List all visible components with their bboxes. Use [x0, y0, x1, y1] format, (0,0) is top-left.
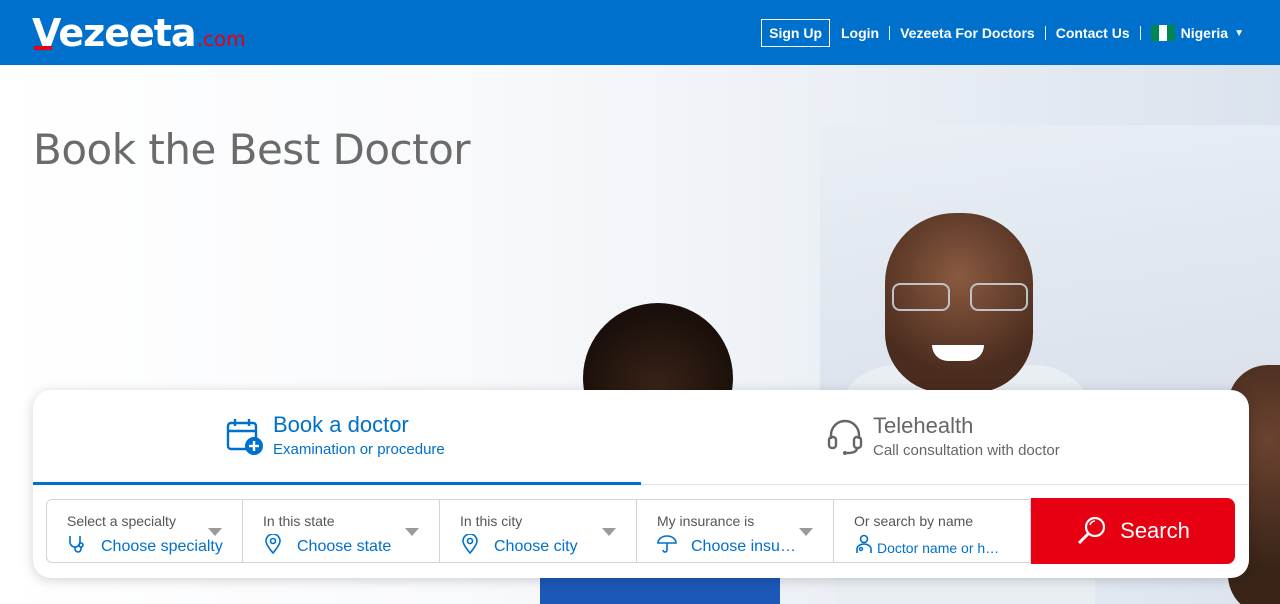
dropdown-arrow-icon: [602, 528, 616, 536]
stethoscope-icon: [69, 536, 84, 553]
headset-icon: [827, 419, 863, 455]
location-pin-icon: [462, 534, 478, 554]
state-value: Choose state: [297, 538, 392, 555]
field-label: My insurance is: [657, 513, 755, 529]
doctor-name-search[interactable]: Or search by name Doctor name or h…: [834, 499, 1031, 563]
top-navigation-bar: Vezeeta .com Sign Up Login Vezeeta For D…: [0, 0, 1280, 65]
field-label: In this city: [460, 513, 523, 529]
dropdown-arrow-icon: [208, 528, 222, 536]
search-button[interactable]: Search: [1031, 498, 1235, 564]
doctor-name-input[interactable]: Doctor name or h…: [877, 540, 999, 556]
specialty-dropdown[interactable]: Select a specialty Choose specialty: [46, 499, 243, 563]
caret-down-icon: ▼: [1234, 27, 1244, 39]
tab-subtitle: Examination or procedure: [273, 441, 445, 458]
search-filters: Select a specialty Choose specialty In t…: [46, 498, 1235, 565]
login-link[interactable]: Login: [841, 25, 879, 41]
vezeeta-logo[interactable]: Vezeeta .com: [32, 8, 246, 54]
search-label: Search: [1120, 518, 1190, 543]
field-label: Or search by name: [854, 513, 974, 529]
dropdown-arrow-icon: [405, 528, 419, 536]
insurance-dropdown[interactable]: My insurance is Choose insu…: [637, 499, 834, 563]
specialty-value: Choose specialty: [101, 538, 223, 555]
nav-divider: [1044, 26, 1046, 40]
country-name: Nigeria: [1180, 25, 1229, 41]
city-value: Choose city: [494, 538, 578, 555]
field-label: In this state: [263, 513, 335, 529]
search-card: Book a doctor Examination or procedure T…: [33, 390, 1249, 578]
tab-book-a-doctor[interactable]: Book a doctor Examination or procedure: [33, 390, 641, 485]
page-title: Book the Best Doctor: [33, 125, 471, 174]
nigeria-flag-icon: [1150, 25, 1175, 41]
country-selector[interactable]: Nigeria ▼: [1150, 25, 1244, 41]
sign-up-button[interactable]: Sign Up: [761, 19, 830, 47]
contact-us-link[interactable]: Contact Us: [1056, 25, 1130, 41]
doctor-icon: [856, 534, 872, 553]
doctor-photo: [932, 345, 984, 361]
for-doctors-link[interactable]: Vezeeta For Doctors: [900, 25, 1035, 41]
location-pin-icon: [265, 534, 281, 554]
tab-subtitle: Call consultation with doctor: [873, 442, 1060, 459]
tab-title: Telehealth: [873, 413, 974, 438]
dropdown-arrow-icon: [799, 528, 813, 536]
calendar-plus-icon: [226, 419, 263, 455]
umbrella-icon: [657, 535, 677, 553]
logo-suffix: .com: [196, 27, 246, 51]
state-dropdown[interactable]: In this state Choose state: [243, 499, 440, 563]
logo-text: Vezeeta: [32, 11, 197, 55]
city-dropdown[interactable]: In this city Choose city: [440, 499, 637, 563]
field-label: Select a specialty: [67, 513, 176, 529]
tab-title: Book a doctor: [273, 412, 409, 437]
nav-divider: [889, 26, 891, 40]
doctor-photo: [892, 283, 1028, 311]
insurance-value: Choose insu…: [691, 538, 796, 555]
nav-divider: [1139, 26, 1141, 40]
search-icon: [1078, 516, 1106, 545]
header-nav: Sign Up Login Vezeeta For Doctors Contac…: [761, 19, 1244, 47]
tab-telehealth[interactable]: Telehealth Call consultation with doctor: [641, 390, 1249, 485]
